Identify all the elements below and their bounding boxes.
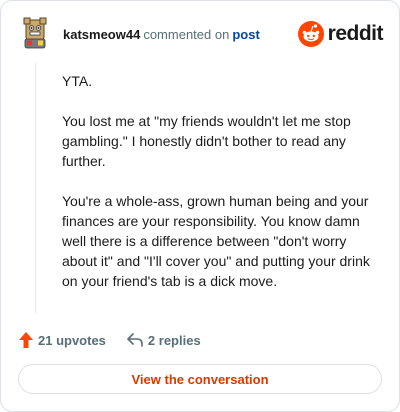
comment-byline: katsmeow44 commented on post <box>63 27 260 42</box>
reddit-wordmark: reddit <box>327 22 384 45</box>
comment-paragraph: You lost me at "my friends wouldn't let … <box>62 113 351 169</box>
reddit-logo[interactable]: reddit <box>297 20 384 48</box>
username-link[interactable]: katsmeow44 <box>63 27 140 42</box>
replies-label: 2 replies <box>147 332 201 348</box>
user-avatar-icon[interactable] <box>19 17 51 49</box>
thread-line <box>35 63 36 313</box>
comment-body: YTA. You lost me at "my friends wouldn't… <box>62 71 372 311</box>
post-link[interactable]: post <box>232 27 259 42</box>
reply-arrow-icon <box>127 333 143 347</box>
comment-paragraph: YTA. <box>62 73 93 89</box>
comment-header: katsmeow44 commented on post reddit <box>17 15 384 55</box>
byline-action-text: commented on <box>143 27 230 42</box>
comment-embed-card: katsmeow44 commented on post reddit YTA. Y… <box>0 0 400 412</box>
comment-paragraph: You're a whole-ass, grown human being an… <box>62 193 370 289</box>
reddit-snoo-icon <box>297 21 324 47</box>
comment-footer: 21 upvotes 2 replies <box>18 329 201 351</box>
view-conversation-button[interactable]: View the conversation <box>18 364 382 394</box>
reply-count[interactable]: 2 replies <box>126 332 201 348</box>
upvote-label: 21 upvotes <box>38 332 106 348</box>
upvote-arrow-icon <box>19 332 33 348</box>
upvote-count[interactable]: 21 upvotes <box>18 331 106 349</box>
